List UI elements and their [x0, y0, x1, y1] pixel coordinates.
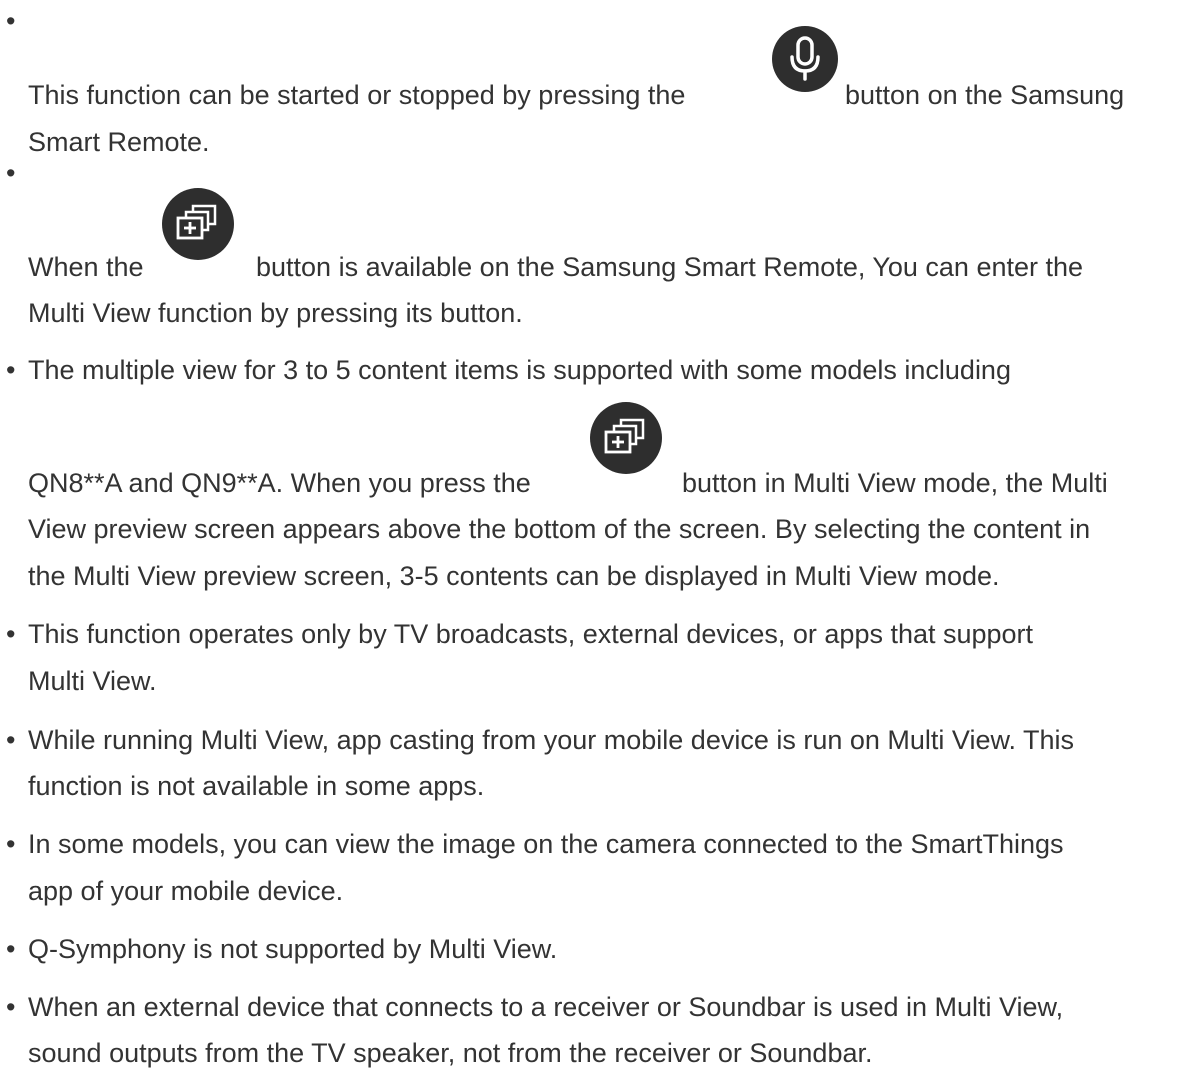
multi-view-icon	[590, 402, 662, 474]
list-item-text: View preview screen appears above the bo…	[28, 514, 1091, 544]
list-item-text: In some models, you can view the image o…	[28, 829, 1064, 859]
bullet: •	[6, 992, 16, 1022]
multi-view-icon	[162, 188, 234, 260]
list-item-text: This function operates only by TV broadc…	[28, 619, 1034, 649]
list-item-text: function is not available in some apps.	[28, 771, 485, 801]
bullet: •	[6, 355, 16, 385]
list-item-text: app of your mobile device.	[28, 876, 344, 906]
bullet: •	[6, 6, 16, 36]
list-item-text: Multi View.	[28, 666, 157, 696]
list-item-text: Q-Symphony is not supported by Multi Vie…	[28, 934, 558, 964]
microphone-icon	[772, 26, 838, 92]
list-item-text: Multi View function by pressing its butt…	[28, 298, 523, 328]
bullet: •	[6, 829, 16, 859]
list-item-text: sound outputs from the TV speaker, not f…	[28, 1038, 873, 1068]
bullet: •	[6, 158, 16, 188]
list-item-text: When the	[28, 252, 144, 282]
list-item-text: Smart Remote.	[28, 127, 210, 157]
list-item-text: While running Multi View, app casting fr…	[28, 725, 1074, 755]
document-body: • This function can be started or stoppe…	[0, 0, 1194, 1068]
bullet: •	[6, 725, 16, 755]
list-item-text: button on the Samsung	[845, 80, 1125, 110]
list-item-text: The multiple view for 3 to 5 content ite…	[28, 355, 1011, 385]
list-item-text: the Multi View preview screen, 3-5 conte…	[28, 561, 1000, 591]
bullet: •	[6, 619, 16, 649]
bullet: •	[6, 934, 16, 964]
list-item-text: QN8**A and QN9**A. When you press the	[28, 468, 531, 498]
list-item-text: button in Multi View mode, the Multi	[682, 468, 1108, 498]
list-item-text: This function can be started or stopped …	[28, 80, 686, 110]
list-item-text: button is available on the Samsung Smart…	[256, 252, 1084, 282]
list-item-text: When an external device that connects to…	[28, 992, 1064, 1022]
